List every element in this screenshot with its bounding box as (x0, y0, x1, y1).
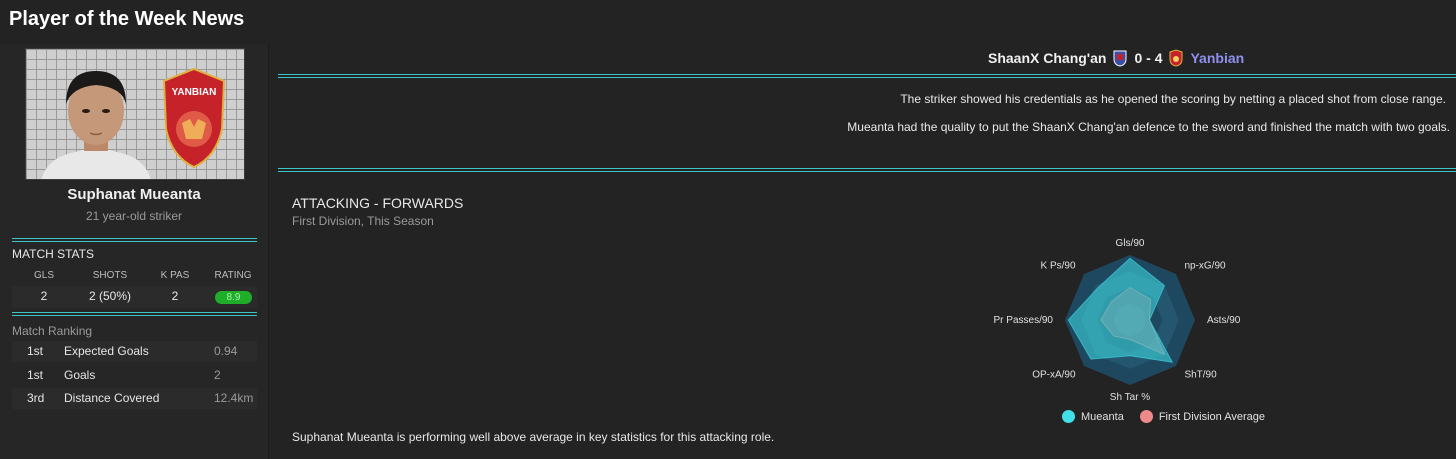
match-score: 0 - 4 (1134, 50, 1163, 66)
ranking-row: 1st Goals 2 (12, 365, 257, 386)
attacking-summary: Suphanat Mueanta is performing well abov… (292, 430, 775, 444)
radar-axis-label: K Ps/90 (1041, 261, 1076, 272)
radar-chart: Gls/90 np-xG/90 Asts/90 ShT/90 Sh Tar % OP-xA… (994, 238, 1241, 403)
radar-axis-label: Pr Passes/90 (994, 315, 1054, 326)
ranking-value: 12.4km (214, 391, 254, 405)
legend-average-label: First Division Average (1158, 410, 1265, 423)
ranking-stat-name: Expected Goals (64, 344, 149, 358)
legend-player-dot (1062, 410, 1075, 423)
attacking-title: ATTACKING - FORWARDS (292, 195, 464, 211)
home-team-crest-icon (1113, 50, 1127, 67)
ranking-position: 1st (27, 344, 44, 358)
match-ranking-label: Match Ranking (12, 324, 93, 338)
radar-legend: Mueanta First Division Average (1062, 410, 1265, 423)
ranking-row: 1st Expected Goals 0.94 (12, 341, 257, 362)
legend-average-dot (1139, 410, 1153, 423)
ranking-row: 3rd Distance Covered 12.4km (12, 388, 257, 409)
stat-shots: 2 (50%) (88, 289, 132, 303)
radar-axis-label: Sh Tar % (1110, 392, 1150, 403)
section-divider (12, 312, 257, 316)
page-title: Player of the Week News (9, 8, 245, 30)
stat-header-rating: RATING (214, 270, 252, 281)
legend-player-label: Mueanta (1081, 410, 1124, 423)
player-photo-image: YANBIAN (26, 49, 244, 179)
ranking-position: 3rd (27, 391, 45, 405)
ranking-stat-name: Goals (64, 368, 96, 382)
match-result[interactable]: ShaanX Chang'an 0 - 4 Yanbian (988, 48, 1244, 68)
panel-divider (268, 44, 269, 459)
player-photo[interactable]: YANBIAN (25, 48, 245, 180)
crest-text: YANBIAN (172, 87, 217, 98)
radar-axis-label: OP-xA/90 (1032, 369, 1076, 380)
away-team-crest-icon (1169, 49, 1183, 67)
section-divider (12, 238, 257, 242)
stat-header-gls: GLS (33, 270, 54, 281)
ranking-stat-name: Distance Covered (64, 391, 160, 405)
attacking-subtitle: First Division, This Season (292, 214, 434, 228)
ranking-value: 2 (214, 368, 221, 382)
ranking-position: 1st (27, 368, 44, 382)
player-name[interactable]: Suphanat Mueanta (0, 186, 268, 203)
radar-axis-label: Gls/90 (1116, 238, 1145, 249)
stat-header-shots: SHOTS (92, 270, 128, 281)
match-stats-label: MATCH STATS (12, 247, 94, 261)
radar-axis-label: Asts/90 (1207, 315, 1241, 326)
stat-gls: 2 (40, 289, 48, 303)
ranking-value: 0.94 (214, 344, 238, 358)
radar-axis-label: ShT/90 (1184, 369, 1217, 380)
news-line-1: The striker showed his credentials as he… (900, 92, 1446, 106)
away-team-name[interactable]: Yanbian (1190, 50, 1244, 66)
section-divider (278, 168, 1456, 172)
stat-header-kpas: K PAS (160, 270, 190, 281)
rating-badge: 8.9 (215, 291, 252, 304)
radar-axis-label: np-xG/90 (1184, 261, 1226, 272)
section-divider (278, 74, 1456, 78)
news-line-2: Mueanta had the quality to put the Shaan… (847, 120, 1450, 134)
player-description: 21 year-old striker (85, 209, 183, 223)
home-team-name[interactable]: ShaanX Chang'an (988, 50, 1106, 66)
stat-kpas: 2 (171, 289, 179, 303)
